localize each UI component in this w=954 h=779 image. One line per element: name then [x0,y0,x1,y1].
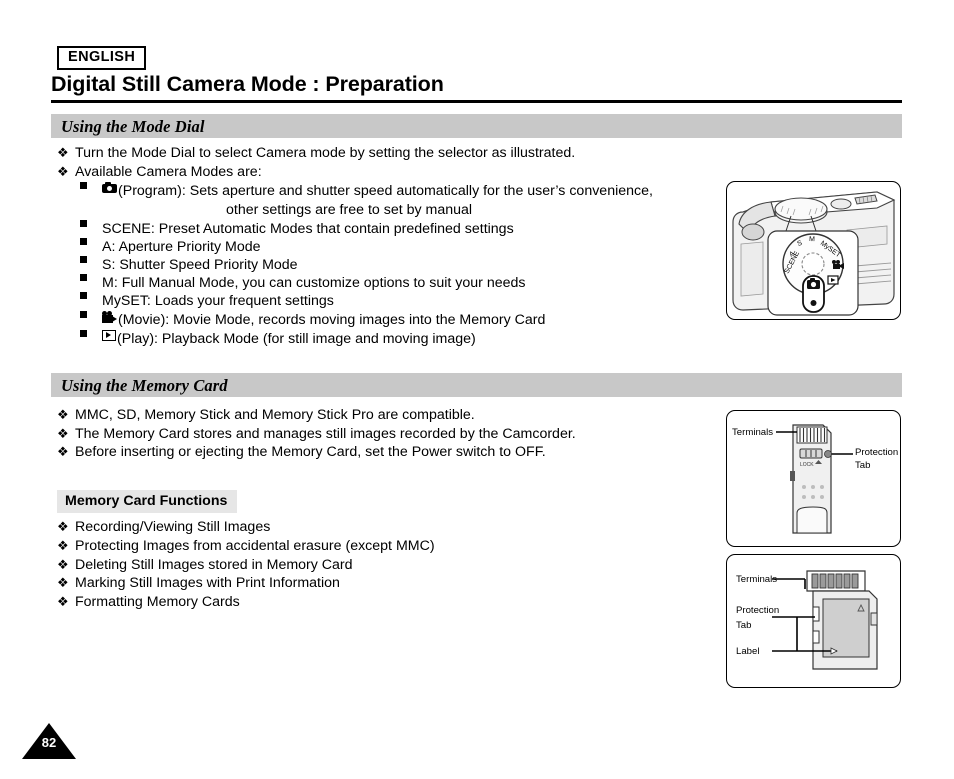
square-bullet-icon [80,238,102,245]
list-item: SCENE: Preset Automatic Modes that conta… [80,220,514,238]
list-item-text: (Program): Sets aperture and shutter spe… [118,183,653,199]
clover-bullet-icon: ❖ [57,519,69,534]
label-card-label: Label [736,646,760,657]
subsection-header-memory-card-functions: Memory Card Functions [57,490,238,513]
page-title: Digital Still Camera Mode : Preparation [51,72,444,96]
movie-camera-icon [102,311,117,323]
label-terminals: Terminals [732,427,774,438]
list-item-text: M: Full Manual Mode, you can customize o… [102,275,526,291]
list-item-text: (Movie): Movie Mode, records moving imag… [118,312,546,328]
list-item-text: S: Shutter Speed Priority Mode [102,257,298,273]
label-terminals: Terminals [736,574,778,585]
page-number: 82 [41,735,57,750]
list-item-text: MMC, SD, Memory Stick and Memory Stick P… [75,407,475,423]
illustration-sd-card: Terminals Protection Tab Label [726,554,901,688]
mode-dial-drawing: SCENE A S M MySET [732,191,896,316]
list-item: (Play): Playback Mode (for still image a… [80,330,476,348]
illustration-mode-dial: SCENE A S M MySET [726,181,901,320]
list-item-text: SCENE: Preset Automatic Modes that conta… [102,221,514,237]
list-item: ❖ The Memory Card stores and manages sti… [57,425,576,443]
label-protection-tab-line2: Tab [736,620,752,631]
square-bullet-icon [80,330,102,337]
square-bullet-icon [80,311,102,318]
svg-text:M: M [809,236,815,243]
list-item: MySET: Loads your frequent settings [80,292,334,310]
list-item-text: Before inserting or ejecting the Memory … [75,444,546,460]
square-bullet-icon [80,292,102,299]
list-item-text: Available Camera Modes are: [75,164,262,180]
clover-bullet-icon: ❖ [57,444,69,459]
list-item: ❖ MMC, SD, Memory Stick and Memory Stick… [57,406,475,424]
list-item-text: MySET: Loads your frequent settings [102,293,334,309]
list-item: ❖ Available Camera Modes are: [57,163,262,181]
list-item: ❖ Formatting Memory Cards [57,593,240,611]
clover-bullet-icon: ❖ [57,594,69,609]
square-bullet-icon [80,274,102,281]
illustration-memory-stick: LOCK Terminals Protection Tab [726,410,901,547]
list-item: ❖ Turn the Mode Dial to select Camera mo… [57,144,575,162]
section-header-memory-card: Using the Memory Card [51,373,902,397]
clover-bullet-icon: ❖ [57,575,69,590]
clover-bullet-icon: ❖ [57,407,69,422]
list-item: ❖ Recording/Viewing Still Images [57,518,270,536]
label-protection-tab-line2: Tab [855,460,871,471]
list-item: M: Full Manual Mode, you can customize o… [80,274,525,292]
clover-bullet-icon: ❖ [57,164,69,179]
list-item: ❖ Marking Still Images with Print Inform… [57,574,340,592]
list-item: ❖ Before inserting or ejecting the Memor… [57,443,546,461]
clover-bullet-icon: ❖ [57,557,69,572]
language-badge: ENGLISH [57,46,147,71]
list-item-text: A: Aperture Priority Mode [102,239,261,255]
list-item-text: Turn the Mode Dial to select Camera mode… [75,145,576,161]
list-item-text: (Play): Playback Mode (for still image a… [117,331,476,347]
list-item-text: Formatting Memory Cards [75,594,240,610]
list-item-text: Recording/Viewing Still Images [75,519,271,535]
section-header-mode-dial-label: Using the Mode Dial [61,117,205,136]
section-header-memory-card-label: Using the Memory Card [61,376,228,395]
play-icon [102,330,116,341]
clover-bullet-icon: ❖ [57,538,69,553]
square-bullet-icon [80,220,102,227]
list-item: ❖ Protecting Images from accidental eras… [57,537,435,555]
label-protection-tab-line1: Protection [736,605,780,616]
list-item-text: Deleting Still Images stored in Memory C… [75,557,353,573]
list-item-text: Protecting Images from accidental erasur… [75,538,435,554]
list-item: (Program): Sets aperture and shutter spe… [80,182,653,200]
list-item-text: Marking Still Images with Print Informat… [75,575,340,591]
clover-bullet-icon: ❖ [57,145,69,160]
label-protection-tab-line1: Protection [855,447,899,458]
lock-text: LOCK [800,462,814,468]
title-divider [51,100,902,103]
clover-bullet-icon: ❖ [57,426,69,441]
section-header-mode-dial: Using the Mode Dial [51,114,902,138]
list-item: ❖ Deleting Still Images stored in Memory… [57,556,353,574]
list-item-text: The Memory Card stores and manages still… [75,426,576,442]
list-item: (Movie): Movie Mode, records moving imag… [80,311,545,329]
list-item-continuation: other settings are free to set by manual [226,202,473,218]
list-item: A: Aperture Priority Mode [80,238,261,256]
camera-icon [102,182,117,193]
list-item: S: Shutter Speed Priority Mode [80,256,298,274]
square-bullet-icon [80,182,102,189]
square-bullet-icon [80,256,102,263]
